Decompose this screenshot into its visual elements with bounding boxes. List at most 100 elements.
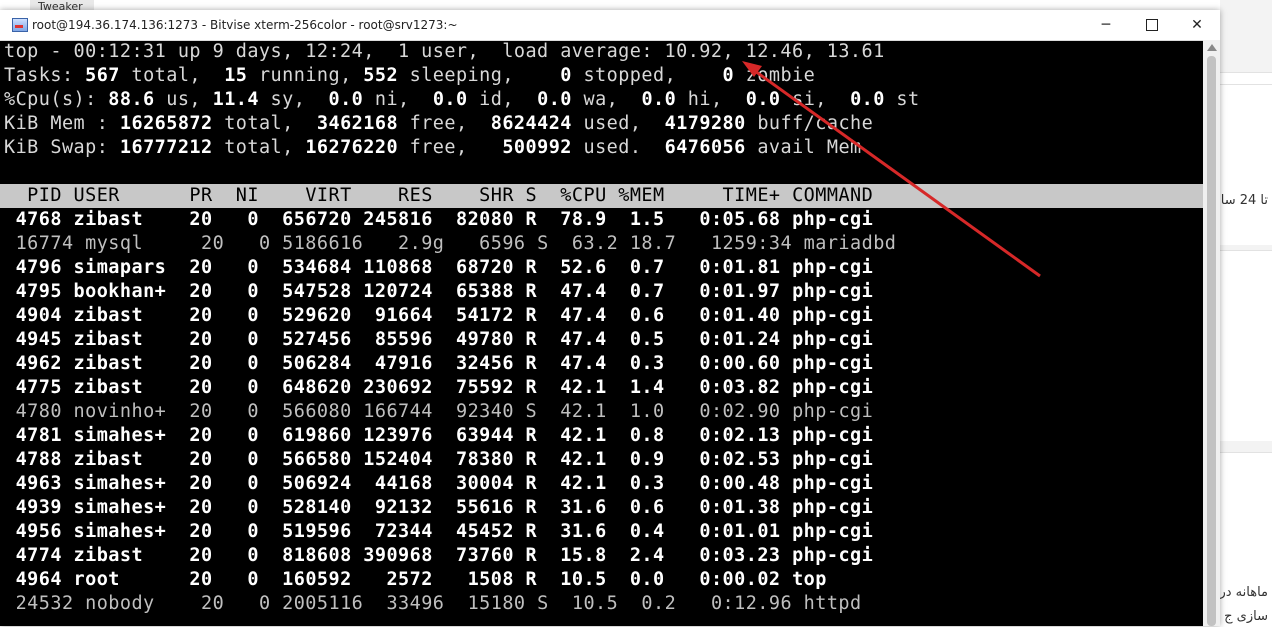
vertical-scrollbar[interactable]	[1203, 40, 1220, 626]
column-header-virt[interactable]: VIRT	[259, 185, 352, 206]
process-pr: 20	[177, 521, 213, 542]
cpu-label: us,	[154, 89, 213, 110]
process-res: 85596	[351, 329, 433, 350]
cpu-value: 0.0	[421, 89, 468, 110]
top-tasks-line: Tasks: 567 total, 15 running, 552 sleepi…	[0, 64, 1203, 88]
swap-value: 16777212	[119, 137, 213, 158]
column-header-pr[interactable]: PR	[178, 185, 213, 206]
process-mem: 0.9	[606, 449, 665, 470]
process-row: 24532 nobody 20 0 2005116 33496 15180 S …	[0, 592, 1203, 616]
window-titlebar[interactable]: root@194.36.174.136:1273 - Bitvise xterm…	[0, 10, 1220, 41]
minimize-button[interactable]: ─	[1083, 10, 1129, 40]
background-tab-tweaker[interactable]: Tweaker	[30, 0, 94, 10]
mem-label: total,	[212, 113, 306, 134]
process-pid: 4768	[4, 209, 62, 230]
cpu-label: id,	[467, 89, 526, 110]
column-header-ni[interactable]: NI	[213, 185, 259, 206]
process-pid: 24532	[4, 593, 74, 614]
process-time: 0:00.02	[664, 569, 781, 590]
process-mem: 0.3	[606, 353, 665, 374]
process-mem: 1.4	[606, 377, 665, 398]
process-mem: 1.0	[606, 401, 665, 422]
column-header-res[interactable]: RES	[352, 185, 433, 206]
top-cpu-line: %Cpu(s): 88.6 us, 11.4 sy, 0.0 ni, 0.0 i…	[0, 88, 1203, 112]
scroll-up-arrow-icon[interactable]	[1207, 44, 1217, 51]
process-row: 16774 mysql 20 0 5186616 2.9g 6596 S 63.…	[0, 232, 1203, 256]
process-s: S	[513, 401, 538, 422]
process-cmd: php-cgi	[780, 425, 874, 446]
mem-label: KiB Mem :	[4, 113, 120, 134]
process-res: 120724	[351, 281, 433, 302]
process-cmd: php-cgi	[780, 257, 874, 278]
process-cmd: mariadbd	[792, 233, 897, 254]
process-cmd: php-cgi	[780, 329, 874, 350]
process-s: R	[513, 377, 538, 398]
column-header-cpu[interactable]: %CPU	[537, 185, 607, 206]
process-s: R	[513, 329, 538, 350]
process-s: S	[525, 233, 549, 254]
process-cmd: php-cgi	[780, 281, 874, 302]
process-cmd: php-cgi	[780, 497, 874, 518]
swap-label: avail Mem	[745, 137, 862, 158]
column-header-mem[interactable]: %MEM	[607, 185, 665, 206]
process-cpu: 42.1	[537, 377, 607, 398]
column-header-cmd[interactable]: COMMAND	[781, 185, 874, 206]
process-s: R	[513, 569, 538, 590]
swap-value: 6476056	[653, 137, 746, 158]
cpu-value: 88.6	[108, 89, 155, 110]
close-button[interactable]: ✕	[1174, 10, 1220, 40]
column-header-pid[interactable]: PID	[4, 185, 62, 206]
mem-value: 3462168	[305, 113, 399, 134]
cpu-label: ni,	[363, 89, 422, 110]
terminal-output[interactable]: top - 00:12:31 up 9 days, 12:24, 1 user,…	[0, 40, 1203, 626]
process-pid: 4788	[4, 449, 62, 470]
process-time: 0:00.48	[664, 473, 781, 494]
process-time: 0:05.68	[664, 209, 781, 230]
process-user: nobody	[73, 593, 190, 614]
process-res: 33496	[363, 593, 445, 614]
process-pr: 20	[177, 329, 213, 350]
process-mem: 0.5	[606, 329, 665, 350]
cpu-label: hi,	[676, 89, 735, 110]
process-mem: 2.4	[606, 545, 665, 566]
process-ni: 0	[212, 209, 259, 230]
tasks-value: 15	[212, 65, 248, 86]
process-virt: 818608	[258, 545, 352, 566]
column-header-user[interactable]: USER	[62, 185, 178, 206]
background-text-2: ماهانه در	[1219, 585, 1268, 600]
process-cpu: 31.6	[537, 497, 607, 518]
maximize-button[interactable]	[1129, 10, 1175, 40]
column-header-time[interactable]: TIME+	[665, 185, 781, 206]
process-virt: 547528	[258, 281, 352, 302]
tasks-label: running,	[247, 65, 364, 86]
process-ni: 0	[212, 569, 259, 590]
window-title: root@194.36.174.136:1273 - Bitvise xterm…	[32, 18, 458, 32]
process-cpu: 47.4	[537, 353, 607, 374]
process-mem: 0.2	[618, 593, 677, 614]
process-virt: 656720	[258, 209, 352, 230]
process-shr: 65388	[432, 281, 514, 302]
tasks-label: zombie	[734, 65, 816, 86]
top-summary-line: top - 00:12:31 up 9 days, 12:24, 1 user,…	[4, 41, 885, 62]
process-ni: 0	[212, 257, 259, 278]
close-icon: ✕	[1191, 17, 1203, 33]
process-ni: 0	[212, 329, 259, 350]
scroll-thumb[interactable]	[1207, 56, 1216, 626]
process-user: zibast	[61, 353, 178, 374]
process-user: zibast	[61, 545, 178, 566]
process-time: 0:01.01	[664, 521, 781, 542]
process-time: 0:03.23	[664, 545, 781, 566]
process-virt: 534684	[258, 257, 352, 278]
process-shr: 1508	[432, 569, 514, 590]
top-mem-line: KiB Mem : 16265872 total, 3462168 free, …	[0, 112, 1203, 136]
column-header-shr[interactable]: SHR	[433, 185, 514, 206]
process-virt: 648620	[258, 377, 352, 398]
process-user: mysql	[73, 233, 190, 254]
process-cmd: php-cgi	[780, 545, 874, 566]
column-header-s[interactable]: S	[514, 185, 537, 206]
process-row: 4768 zibast 20 0 656720 245816 82080 R 7…	[0, 208, 1203, 232]
process-virt: 519596	[258, 521, 352, 542]
process-shr: 68720	[432, 257, 514, 278]
process-time: 0:02.13	[664, 425, 781, 446]
